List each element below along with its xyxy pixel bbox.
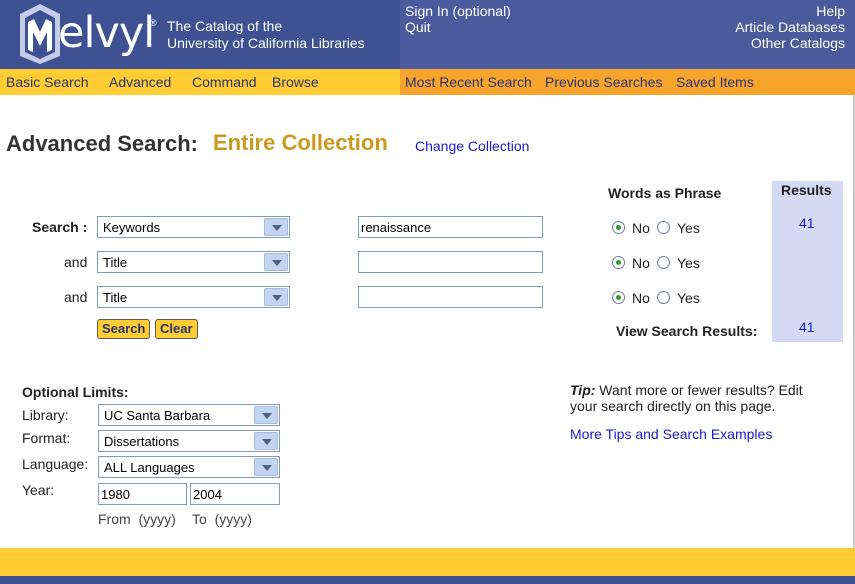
logo-subtitle-line2: University of California Libraries: [167, 35, 365, 51]
top-header: elvyl ® The Catalog of the University of…: [0, 0, 855, 69]
sign-in-link[interactable]: Sign In (optional): [405, 3, 511, 19]
tip-text: Want more or fewer results? Edit your se…: [570, 382, 803, 414]
logo-subtitle-line1: The Catalog of the: [167, 18, 283, 34]
chevron-down-icon: [264, 288, 288, 306]
quit-link[interactable]: Quit: [405, 19, 511, 35]
melvyl-m-icon: [20, 4, 60, 64]
field-select-1[interactable]: Keywords: [97, 216, 290, 238]
clear-button[interactable]: Clear: [155, 319, 198, 339]
language-label: Language:: [22, 456, 89, 472]
nav-saved-items[interactable]: Saved Items: [676, 74, 754, 90]
year-from-value: 1980: [101, 487, 130, 502]
library-select-value: UC Santa Barbara: [104, 408, 211, 423]
phrase-yes-radio-2[interactable]: [657, 256, 670, 269]
search-term-input-3[interactable]: [358, 286, 543, 308]
search-label: Search :: [32, 219, 88, 235]
format-select[interactable]: Dissertations: [98, 430, 280, 452]
collection-name: Entire Collection: [213, 130, 388, 155]
field-select-3-value: Title: [103, 290, 128, 305]
phrase-yes-label-3: Yes: [677, 290, 700, 306]
library-label: Library:: [22, 407, 69, 423]
year-from-input[interactable]: 1980: [98, 483, 187, 505]
phrase-no-label-3: No: [632, 290, 650, 306]
footer-strip: [0, 576, 855, 584]
optional-limits-title: Optional Limits:: [22, 384, 129, 400]
phrase-no-radio-3[interactable]: [612, 291, 625, 304]
account-links: Sign In (optional) Quit: [405, 3, 511, 35]
phrase-yes-label-1: Yes: [677, 220, 700, 236]
total-results-count[interactable]: 41: [799, 319, 815, 335]
nav-advanced[interactable]: Advanced: [109, 74, 171, 90]
search-term-1-value: renaissance: [361, 220, 432, 235]
search-tip: Tip: Want more or fewer results? Edit yo…: [570, 382, 820, 414]
language-select[interactable]: ALL Languages: [98, 456, 280, 478]
help-link[interactable]: Help: [735, 3, 845, 19]
phrase-no-label-1: No: [632, 220, 650, 236]
format-label: Format:: [22, 430, 71, 446]
year-from-hint: From (yyyy): [98, 511, 176, 527]
nav-most-recent-search[interactable]: Most Recent Search: [405, 74, 532, 90]
melvyl-logo[interactable]: elvyl ® The Catalog of the University of…: [0, 0, 400, 69]
year-to-hint: To (yyyy): [192, 511, 252, 527]
nav-basic-search[interactable]: Basic Search: [6, 74, 88, 90]
change-collection-link[interactable]: Change Collection: [415, 138, 529, 154]
language-select-value: ALL Languages: [104, 460, 195, 475]
field-select-2-value: Title: [103, 255, 128, 270]
phrase-no-radio-2[interactable]: [612, 256, 625, 269]
results-column: [772, 181, 843, 342]
page-title: Advanced Search:: [6, 131, 198, 156]
words-as-phrase-header: Words as Phrase: [608, 185, 722, 201]
and-label-3: and: [64, 289, 88, 305]
library-select[interactable]: UC Santa Barbara: [98, 404, 280, 426]
and-label-2: and: [64, 254, 88, 270]
chevron-down-icon: [254, 406, 278, 424]
search-button[interactable]: Search: [97, 319, 151, 339]
utility-links: Help Article Databases Other Catalogs: [735, 3, 845, 51]
results-header: Results: [781, 182, 832, 198]
registered-mark: ®: [150, 18, 157, 28]
chevron-down-icon: [264, 253, 288, 271]
tip-label: Tip:: [570, 382, 596, 398]
nav-previous-searches[interactable]: Previous Searches: [545, 74, 663, 90]
year-to-input[interactable]: 2004: [190, 483, 280, 505]
field-select-2[interactable]: Title: [97, 251, 290, 273]
phrase-yes-radio-1[interactable]: [657, 221, 670, 234]
year-to-value: 2004: [193, 487, 222, 502]
field-select-1-value: Keywords: [103, 220, 161, 235]
nav-browse[interactable]: Browse: [272, 74, 319, 90]
phrase-no-label-2: No: [632, 255, 650, 271]
other-catalogs-link[interactable]: Other Catalogs: [735, 35, 845, 51]
search-term-input-2[interactable]: [358, 251, 543, 273]
more-tips-link[interactable]: More Tips and Search Examples: [570, 426, 772, 442]
field-select-3[interactable]: Title: [97, 286, 290, 308]
format-select-value: Dissertations: [104, 434, 180, 449]
main-nav: Basic Search Advanced Command Browse Mos…: [0, 69, 855, 95]
view-search-results-label: View Search Results:: [616, 323, 758, 339]
phrase-yes-radio-3[interactable]: [657, 291, 670, 304]
phrase-no-radio-1[interactable]: [612, 221, 625, 234]
chevron-down-icon: [254, 432, 278, 450]
phrase-yes-label-2: Yes: [677, 255, 700, 271]
search-term-input-1[interactable]: renaissance: [358, 216, 543, 238]
row1-results-count[interactable]: 41: [799, 215, 815, 231]
chevron-down-icon: [264, 218, 288, 236]
logo-wordmark: elvyl: [58, 8, 155, 58]
footer-bar: [0, 548, 855, 576]
article-databases-link[interactable]: Article Databases: [735, 19, 845, 35]
nav-command[interactable]: Command: [192, 74, 257, 90]
year-label: Year:: [22, 482, 55, 498]
chevron-down-icon: [254, 458, 278, 476]
